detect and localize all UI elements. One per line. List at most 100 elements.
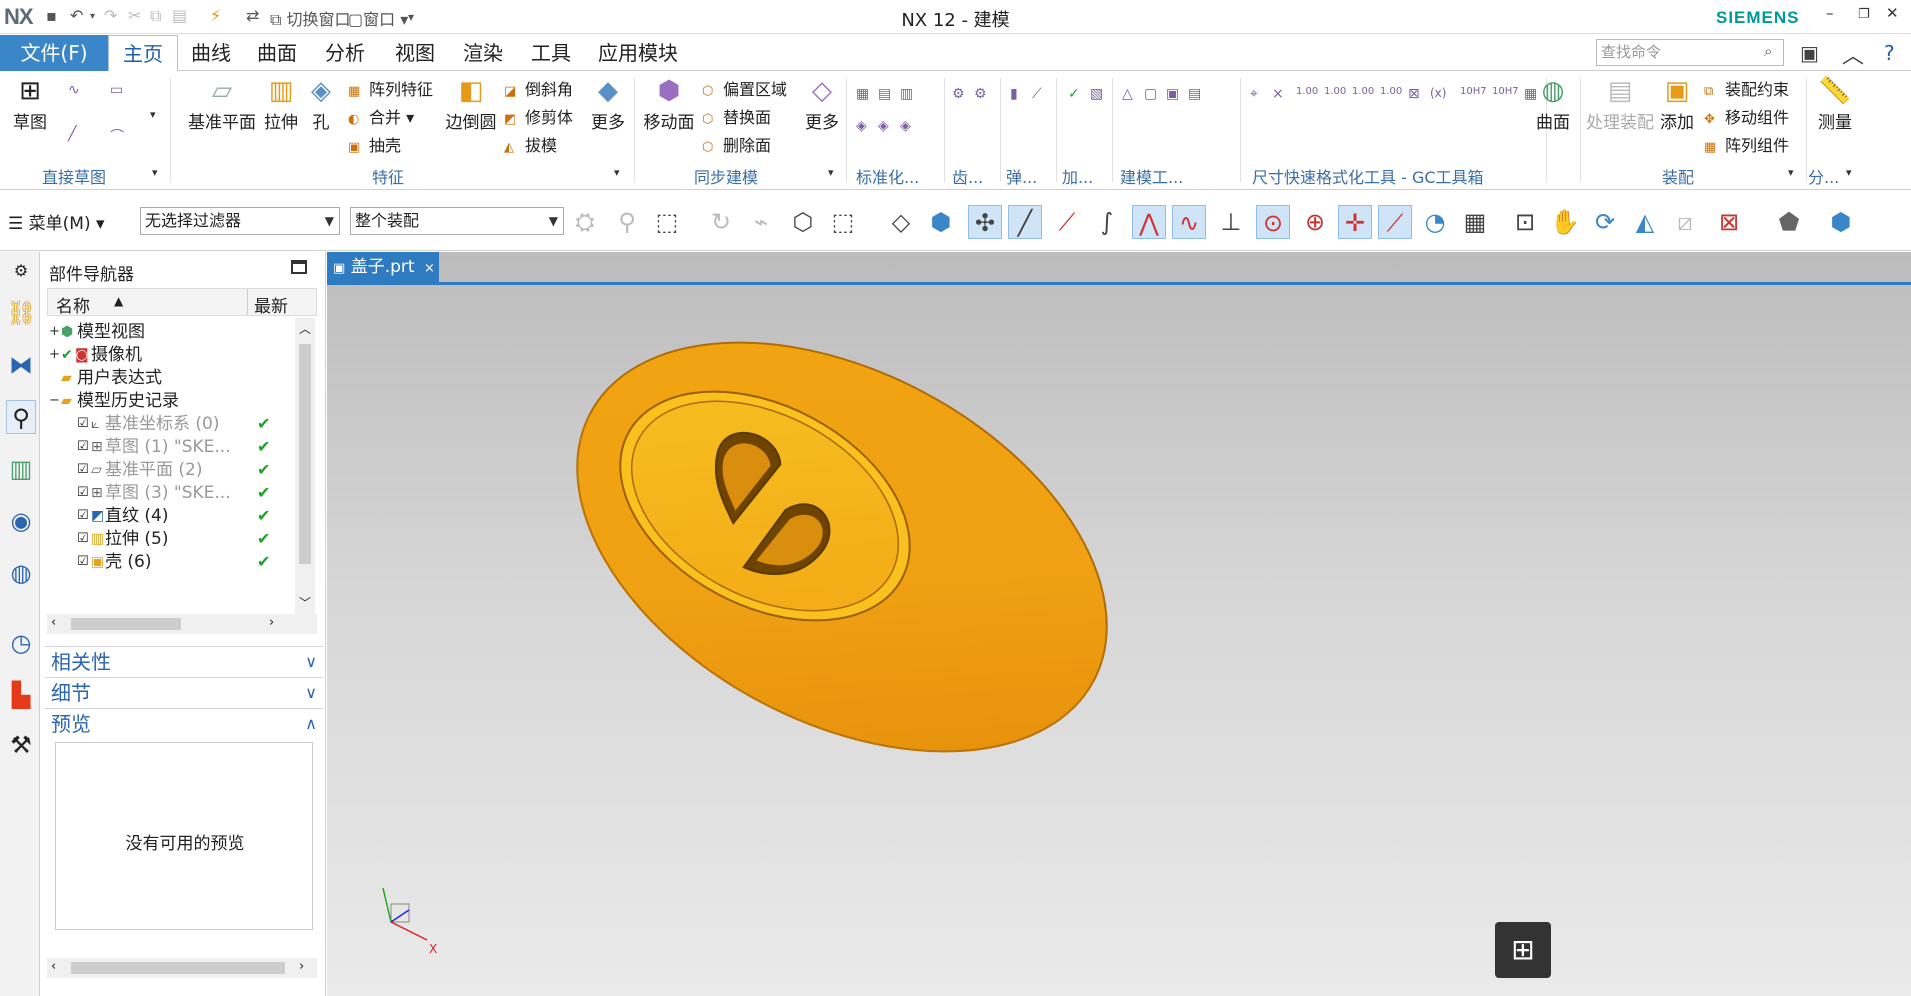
part-navigator-icon[interactable]: ⚲ [6, 400, 36, 434]
gc-tool-icon[interactable]: 1.00 [1324, 86, 1346, 97]
edge-blend-button[interactable]: ◧ 边倒圆 [442, 76, 500, 133]
pattern-component-button[interactable]: ▦ 阵列组件 [1704, 132, 1789, 156]
modeling-tool-icon[interactable]: ▤ [1188, 86, 1201, 102]
system-materials-icon[interactable]: ▙ [6, 678, 36, 712]
cube-icon[interactable]: ◇ [884, 205, 918, 239]
extrude-button[interactable]: ▥ 拉伸 [260, 76, 302, 133]
gc-tool-icon[interactable]: (x) [1430, 86, 1446, 100]
standard-part-icon[interactable]: ◈ [856, 118, 867, 134]
spring-icon[interactable]: ▮ [1010, 86, 1018, 102]
rectangle-icon[interactable]: ▭ [110, 82, 123, 98]
draft-button[interactable]: ◭ 拔模 [504, 132, 557, 156]
filter-reset-icon[interactable]: ⚲ [610, 205, 644, 239]
column-divider[interactable] [247, 289, 248, 315]
rotate-icon[interactable]: ⟳ [1588, 205, 1622, 239]
scroll-right-icon[interactable]: › [299, 959, 304, 974]
hd3d-tools-icon[interactable]: ◉ [6, 504, 36, 538]
gear-icon[interactable]: ⚙ [974, 86, 987, 102]
zoom-fit-icon[interactable]: ⊡ [1508, 205, 1542, 239]
section-icon[interactable]: ⧄ [1668, 205, 1702, 239]
standard-part-icon[interactable]: ◈ [900, 118, 911, 134]
selection-filter-select[interactable]: 无选择过滤器 ▼ [140, 207, 340, 235]
tab-surface[interactable]: 曲面 [246, 35, 308, 71]
section-preview[interactable]: 预览 ∧ [45, 708, 323, 738]
measure-button[interactable]: 📏 测量 [1812, 76, 1858, 133]
snap-curve-icon[interactable]: ∫ [1090, 205, 1124, 239]
web-browser-icon[interactable]: ◍ [6, 556, 36, 590]
scroll-thumb[interactable] [71, 962, 285, 974]
surface-button[interactable]: ◍ 曲面 [1532, 76, 1574, 133]
gear-icon[interactable]: ⚙ [952, 86, 965, 102]
standard-part-icon[interactable]: ▦ [856, 86, 869, 102]
scroll-up-icon[interactable]: ︿ [299, 320, 311, 337]
tab-view[interactable]: 视图 [384, 35, 446, 71]
add-component-button[interactable]: ▣ 添加 [1656, 76, 1698, 133]
spring-icon[interactable]: ⟋ [1032, 86, 1042, 102]
snap-line-icon[interactable]: ╱ [1008, 205, 1042, 239]
group-feature-dropdown[interactable]: ▾ [614, 166, 620, 179]
move-component-button[interactable]: ✥ 移动组件 [1704, 104, 1789, 128]
scroll-thumb[interactable] [71, 618, 181, 630]
gc-tool-icon[interactable]: 1.00 [1296, 86, 1318, 97]
trim-body-button[interactable]: ◩ 修剪体 [504, 104, 573, 128]
snap-polyline-icon[interactable]: ⋀ [1132, 205, 1166, 239]
feature-more-button[interactable]: ◆ 更多 [588, 76, 628, 133]
snap-icon[interactable]: ↻ [704, 205, 738, 239]
sketch-button[interactable]: ⊞ 草图 [6, 76, 54, 133]
snap-point-icon[interactable]: ✣ [968, 205, 1002, 239]
group-analysis-dropdown[interactable]: ▾ [1846, 166, 1852, 179]
pan-icon[interactable]: ✋ [1548, 205, 1582, 239]
restore-button[interactable]: ❐ [1858, 7, 1870, 22]
render-style-icon[interactable]: ⬟ [1772, 205, 1806, 239]
gc-tool-icon[interactable]: ⊠ [1408, 86, 1420, 102]
group-sync-dropdown[interactable]: ▾ [828, 166, 834, 179]
file-menu-tab[interactable]: 文件(F) [0, 35, 108, 71]
line-icon[interactable]: ╱ [68, 126, 76, 142]
minimize-button[interactable]: – [1826, 4, 1834, 22]
reuse-library-icon[interactable]: ▥ [6, 452, 36, 486]
gc-tool-icon[interactable]: 10H7 [1460, 86, 1487, 97]
snap-quadrant-icon[interactable]: ⊕ [1298, 205, 1332, 239]
section-details[interactable]: 细节 ∨ [45, 677, 323, 707]
replace-face-button[interactable]: ⬡ 替换面 [702, 104, 771, 128]
tree-horizontal-scrollbar[interactable]: ‹ › [47, 614, 317, 634]
pattern-feature-button[interactable]: ▦ 阵列特征 [348, 76, 433, 100]
unite-button[interactable]: ◐ 合并 ▾ [348, 104, 414, 128]
tab-tools[interactable]: 工具 [520, 35, 582, 71]
history-clock-icon[interactable]: ◷ [6, 626, 36, 660]
grid-icon[interactable]: ▦ [1458, 205, 1492, 239]
full-screen-icon[interactable]: ▣ [1800, 41, 1819, 65]
box-select-icon[interactable]: ⬚ [826, 205, 860, 239]
modeling-tool-icon[interactable]: ▢ [1144, 86, 1157, 102]
selection-scope-select[interactable]: 整个装配 ▼ [350, 207, 564, 235]
snap-endpoint-icon[interactable]: ⟋ [1050, 205, 1084, 239]
scroll-thumb[interactable] [299, 344, 311, 564]
sketch-more-icon[interactable]: ▾ [150, 108, 156, 121]
view-orient-icon[interactable]: ◭ [1628, 205, 1662, 239]
tab-analysis[interactable]: 分析 [314, 35, 376, 71]
modeling-tool-icon[interactable]: ▣ [1166, 86, 1179, 102]
tab-application[interactable]: 应用模块 [588, 35, 688, 71]
gc-tool-icon[interactable]: 10H7 [1492, 86, 1519, 97]
modeling-tool-icon[interactable]: △ [1122, 86, 1133, 102]
cap-3d-model[interactable] [327, 252, 1911, 996]
standard-part-icon[interactable]: ▥ [900, 86, 913, 102]
snap-on-face-icon[interactable]: ◔ [1418, 205, 1452, 239]
settings-gear-icon[interactable]: ⚙ [6, 254, 36, 288]
chamfer-button[interactable]: ◪ 倒斜角 [504, 76, 573, 100]
checkbox-checked-icon[interactable]: ☑ [77, 548, 89, 576]
new-document-icon[interactable]: ⊞ [1495, 922, 1551, 978]
snap-on-curve-icon[interactable]: ⟋ [1378, 205, 1412, 239]
add-icon[interactable]: ✓ [1068, 86, 1080, 102]
snap-tangent-icon[interactable]: ⊥ [1214, 205, 1248, 239]
scroll-left-icon[interactable]: ‹ [51, 615, 56, 630]
tab-curve[interactable]: 曲线 [180, 35, 242, 71]
fit-icon[interactable]: ⊠ [1712, 205, 1746, 239]
snap-center-icon[interactable]: ⊙ [1256, 205, 1290, 239]
process-assembly-button[interactable]: ▤ 处理装配 [1584, 76, 1656, 133]
main-menu-button[interactable]: ☰ 菜单(M) ▾ [8, 209, 105, 234]
gc-tool-icon[interactable]: ⌖ [1250, 86, 1258, 102]
column-latest-header[interactable]: 最新 [254, 292, 288, 317]
scroll-left-icon[interactable]: ‹ [51, 959, 56, 974]
section-dependencies[interactable]: 相关性 ∨ [45, 646, 323, 676]
